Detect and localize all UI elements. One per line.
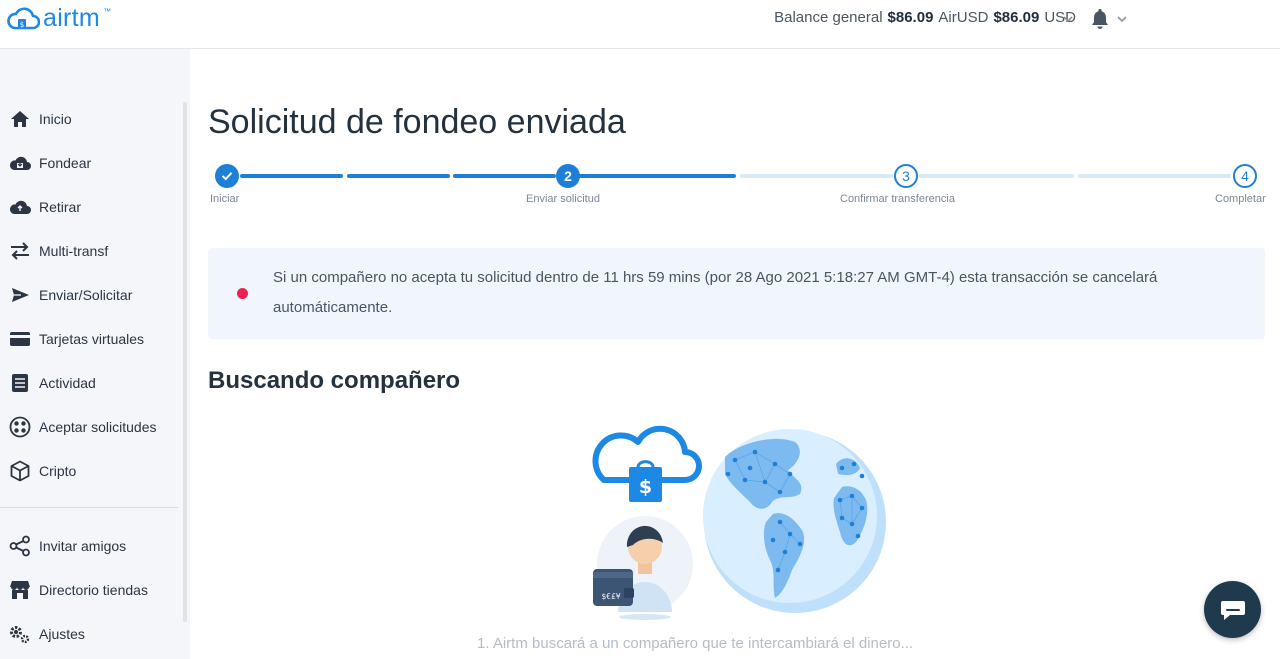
sidebar-item-aceptar-solicitudes[interactable]: Aceptar solicitudes	[0, 410, 180, 444]
sidebar-item-label: Retirar	[39, 199, 82, 215]
step-1-check	[215, 164, 239, 188]
sidebar-item-label: Actividad	[39, 375, 96, 391]
step-connector	[1078, 174, 1231, 178]
sidebar-item-multi-transf[interactable]: Multi-transf	[0, 234, 180, 268]
store-icon	[9, 579, 31, 601]
expiration-alert: Si un compañero no acepta tu solicitud d…	[208, 248, 1265, 339]
top-bar: $ airtm ™ Balance general $86.09 AirUSD …	[0, 0, 1280, 49]
sidebar-item-ajustes[interactable]: Ajustes	[0, 617, 180, 651]
chat-icon	[1220, 600, 1245, 620]
svg-text:$: $	[639, 476, 652, 498]
progress-stepper: 2 3 4 Iniciar Enviar solicitud Confirmar…	[208, 161, 1270, 211]
chevron-down-icon[interactable]	[1115, 12, 1129, 26]
sidebar-item-retirar[interactable]: Retirar	[0, 190, 180, 224]
step-4-label: Completar	[1215, 193, 1266, 205]
step-2-label: Enviar solicitud	[526, 193, 600, 205]
balance-airusd-currency: AirUSD	[938, 9, 989, 26]
activity-list-icon	[9, 372, 31, 394]
step-4-circle: 4	[1233, 164, 1257, 188]
step-1-label: Iniciar	[210, 193, 240, 205]
chevron-down-icon[interactable]	[1061, 12, 1075, 26]
sidebar-item-label: Tarjetas virtuales	[39, 331, 145, 347]
credit-card-icon	[9, 328, 31, 350]
balance-usd-amount: $86.09	[993, 9, 1040, 26]
logo-trademark: ™	[103, 7, 112, 16]
chat-support-button[interactable]	[1204, 581, 1261, 638]
share-icon	[9, 535, 31, 557]
step-connector	[571, 174, 736, 178]
section-title: Buscando compañero	[208, 367, 461, 394]
sidebar-scrollbar[interactable]	[183, 102, 187, 622]
accept-requests-icon	[9, 416, 31, 438]
step-connector	[453, 174, 556, 178]
sidebar-item-actividad[interactable]: Actividad	[0, 366, 180, 400]
sidebar-item-label: Enviar/Solicitar	[39, 287, 133, 303]
sidebar: Inicio Fondear Retirar Multi-transf Envi	[0, 49, 190, 659]
crypto-cube-icon	[9, 460, 31, 482]
balance-label: Balance general	[774, 9, 883, 26]
transfer-arrows-icon	[9, 240, 31, 262]
cloud-deposit-icon	[9, 152, 31, 174]
step-3-circle: 3	[894, 164, 918, 188]
step-2-circle: 2	[556, 164, 580, 188]
home-icon	[9, 108, 31, 130]
check-icon	[221, 172, 233, 181]
page-title: Solicitud de fondeo enviada	[208, 103, 626, 141]
sidebar-divider	[0, 507, 178, 508]
balance-airusd-amount: $86.09	[887, 9, 934, 26]
airtm-logo[interactable]: $ airtm ™	[6, 4, 111, 32]
sidebar-item-directorio-tiendas[interactable]: Directorio tiendas	[0, 573, 180, 607]
step-caption: 1. Airtm buscará a un compañero que te i…	[477, 635, 914, 652]
bell-icon[interactable]	[1089, 7, 1111, 31]
sidebar-item-inicio[interactable]: Inicio	[0, 102, 180, 136]
send-icon	[9, 284, 31, 306]
sidebar-item-label: Multi-transf	[39, 243, 109, 259]
cloud-logo-icon: $	[7, 7, 40, 30]
sidebar-item-invitar-amigos[interactable]: Invitar amigos	[0, 529, 180, 563]
alert-text: Si un compañero no acepta tu solicitud d…	[273, 269, 1158, 316]
sidebar-item-label: Aceptar solicitudes	[39, 419, 157, 435]
sidebar-item-label: Inicio	[39, 111, 72, 127]
searching-partner-illustration: $ $€£¥	[592, 425, 886, 620]
sidebar-item-tarjetas-virtuales[interactable]: Tarjetas virtuales	[0, 322, 180, 356]
step-connector	[919, 174, 1074, 178]
wallet-currency-text: $€£¥	[601, 592, 620, 601]
sidebar-item-cripto[interactable]: Cripto	[0, 454, 180, 488]
svg-text:$: $	[20, 21, 24, 29]
step-3-label: Confirmar transferencia	[840, 193, 955, 205]
cloud-icon: $	[592, 425, 702, 502]
sidebar-item-enviar-solicitar[interactable]: Enviar/Solicitar	[0, 278, 180, 312]
balance-summary[interactable]: Balance general $86.09 AirUSD $86.09 USD	[774, 9, 1076, 26]
cloud-withdraw-icon	[9, 196, 31, 218]
main-content: Solicitud de fondeo enviada 2 3 4 Inicia…	[190, 49, 1280, 659]
gear-icon	[9, 623, 31, 645]
step-connector	[240, 174, 343, 178]
logo-text: airtm	[43, 4, 101, 32]
wallet-icon: $€£¥	[593, 569, 634, 606]
sidebar-item-label: Directorio tiendas	[39, 582, 148, 598]
globe-icon	[703, 429, 886, 613]
step-connector	[740, 174, 893, 178]
sidebar-item-label: Invitar amigos	[39, 538, 127, 554]
sidebar-item-label: Cripto	[39, 463, 77, 479]
step-connector	[347, 174, 450, 178]
sidebar-item-label: Ajustes	[39, 626, 85, 642]
sidebar-item-label: Fondear	[39, 155, 92, 171]
sidebar-item-fondear[interactable]: Fondear	[0, 146, 180, 180]
alert-dot-icon	[237, 288, 248, 299]
